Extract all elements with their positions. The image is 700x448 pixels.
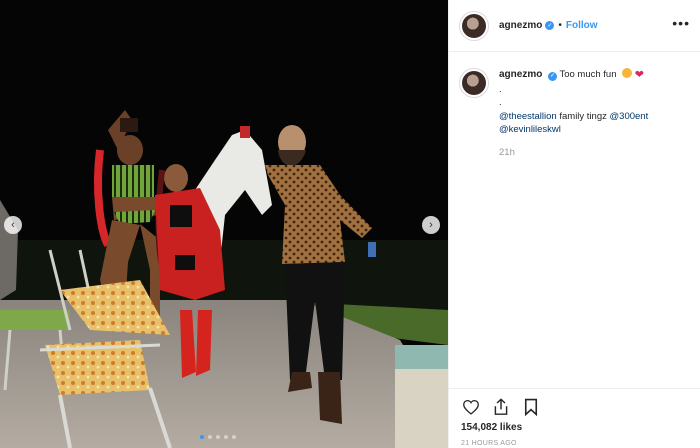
caption-username-link[interactable]: agnezmo bbox=[499, 69, 542, 80]
heart-outline-icon bbox=[463, 399, 479, 415]
carousel-dot bbox=[200, 435, 204, 439]
caption-first-line: agnezmo ✓ Too much fun ❤ bbox=[499, 68, 679, 83]
caption-mentions-line: @theestallion family tingz @300ent bbox=[499, 110, 679, 124]
avatar[interactable] bbox=[459, 68, 489, 98]
separator-dot: • bbox=[558, 20, 562, 31]
caption-text: family tingz bbox=[556, 110, 610, 122]
chevron-left-icon: ‹ bbox=[11, 219, 15, 231]
post-header: agnezmo ✓ • Follow ••• bbox=[449, 0, 700, 52]
post-timestamp: 21 HOURS AGO bbox=[461, 440, 517, 447]
username-link[interactable]: agnezmo bbox=[499, 20, 542, 31]
save-button[interactable] bbox=[520, 396, 542, 418]
carousel-indicator bbox=[200, 435, 236, 439]
blushing-face-emoji-icon bbox=[622, 68, 633, 78]
carousel-dot bbox=[224, 435, 228, 439]
mention-link[interactable]: @kevinlileskwl bbox=[499, 124, 561, 135]
follow-button[interactable]: Follow bbox=[566, 20, 598, 31]
caption-body: agnezmo ✓ Too much fun ❤ . . @theestalli… bbox=[499, 68, 679, 159]
red-heart-emoji-icon: ❤ bbox=[634, 69, 644, 81]
ellipsis-icon[interactable]: ••• bbox=[672, 15, 690, 31]
bookmark-icon bbox=[524, 398, 538, 416]
caption-comment: agnezmo ✓ Too much fun ❤ . . @theestalli… bbox=[449, 52, 700, 159]
carousel-dot bbox=[208, 435, 212, 439]
like-button[interactable] bbox=[460, 396, 482, 418]
mention-link[interactable]: @300ent bbox=[610, 111, 649, 122]
caption-dot-line: . bbox=[499, 97, 502, 108]
carousel-next-button[interactable]: › bbox=[422, 216, 440, 234]
instagram-post: ‹ › agnezmo ✓ • Follow ••• agnezmo ✓ Too… bbox=[0, 0, 700, 448]
party-photo bbox=[0, 0, 448, 448]
caption-text: Too much fun bbox=[559, 69, 617, 80]
post-details-panel: agnezmo ✓ • Follow ••• agnezmo ✓ Too muc… bbox=[448, 0, 700, 448]
share-button[interactable] bbox=[490, 396, 512, 418]
caption-timestamp: 21h bbox=[499, 146, 515, 158]
avatar[interactable] bbox=[459, 10, 489, 41]
carousel-prev-button[interactable]: ‹ bbox=[4, 216, 22, 234]
likes-count[interactable]: 154,082 likes bbox=[461, 422, 522, 433]
carousel-dot bbox=[232, 435, 236, 439]
share-icon bbox=[494, 398, 508, 415]
action-bar bbox=[449, 388, 700, 425]
chevron-right-icon: › bbox=[429, 219, 433, 231]
caption-mentions-line: @kevinlileskwl bbox=[499, 123, 679, 137]
mention-link[interactable]: @theestallion bbox=[499, 111, 557, 122]
carousel-dot bbox=[216, 435, 220, 439]
post-photo-carousel[interactable]: ‹ › bbox=[0, 0, 448, 448]
verified-icon: ✓ bbox=[545, 21, 555, 30]
verified-icon: ✓ bbox=[547, 72, 557, 82]
caption-dot-line: . bbox=[499, 83, 502, 95]
